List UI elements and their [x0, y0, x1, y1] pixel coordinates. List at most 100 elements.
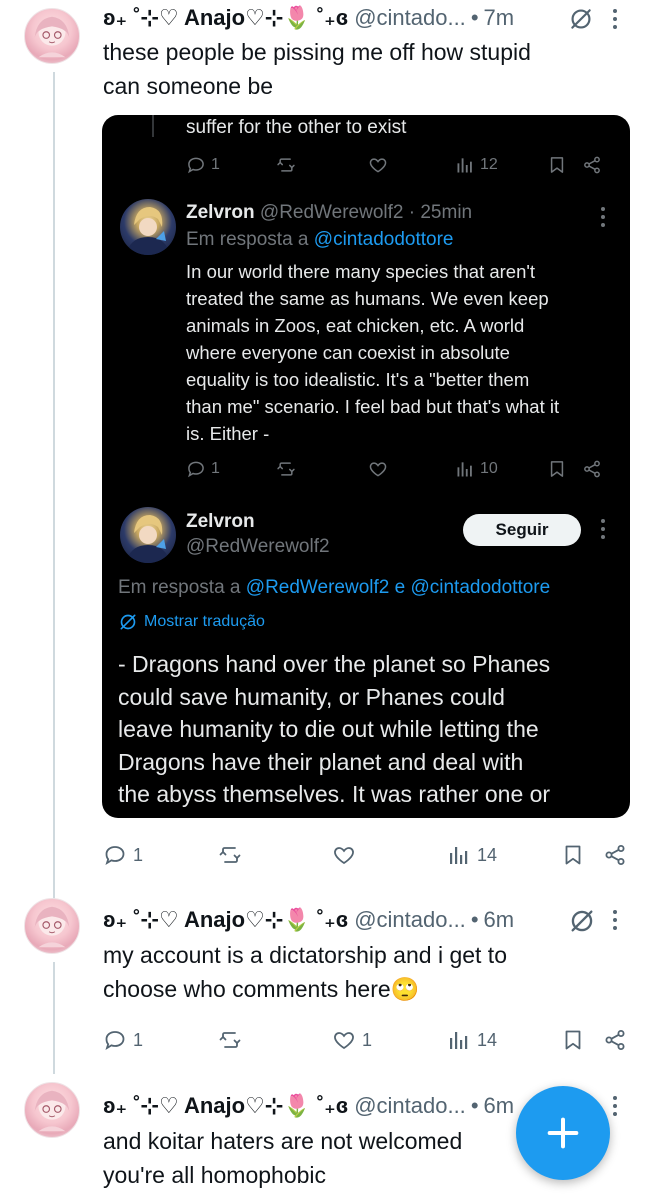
retweet-button[interactable] — [218, 1025, 248, 1055]
display-name[interactable]: ʚ₊ ˚⊹♡ Anajo♡⊹🌷 ˚₊ɞ — [103, 906, 348, 934]
bookmark-button[interactable] — [547, 457, 567, 481]
timestamp[interactable]: 6m — [484, 1092, 515, 1120]
grok-icon[interactable] — [568, 6, 594, 32]
more-options-icon[interactable] — [600, 519, 606, 543]
tweet-header: ʚ₊ ˚⊹♡ Anajo♡⊹🌷 ˚₊ɞ @cintado... • 6m — [103, 905, 514, 935]
like-icon — [332, 1028, 356, 1052]
bookmark-button[interactable] — [561, 1025, 585, 1055]
bookmark-icon — [547, 459, 567, 479]
reply-body: In our world there many species that are… — [186, 258, 559, 447]
views-icon — [447, 843, 471, 867]
compose-button[interactable] — [516, 1086, 610, 1180]
translate-link[interactable]: Mostrar tradução — [118, 612, 265, 632]
bookmark-icon — [561, 1028, 585, 1052]
views-icon — [455, 459, 475, 479]
retweet-icon — [218, 843, 242, 867]
mention-link[interactable]: @cintadodottore — [410, 577, 550, 598]
handle[interactable]: @cintado... — [354, 1092, 466, 1120]
share-button[interactable] — [603, 1025, 627, 1055]
reply-button[interactable]: 1 — [103, 840, 143, 870]
reply-icon — [186, 155, 206, 175]
body-line: In our world there many species that are… — [186, 261, 536, 282]
handle[interactable]: @RedWerewolf2 — [186, 536, 330, 558]
body-line: could save humanity, or Phanes could — [118, 683, 505, 710]
reply-button[interactable]: 1 — [103, 1025, 143, 1055]
reply-button[interactable]: 1 — [186, 457, 220, 481]
body-line: is. Either - — [186, 423, 270, 444]
main-body: - Dragons hand over the planet so Phanes… — [118, 648, 550, 811]
like-button[interactable] — [332, 840, 362, 870]
display-name[interactable]: ʚ₊ ˚⊹♡ Anajo♡⊹🌷 ˚₊ɞ — [103, 4, 348, 32]
timestamp[interactable]: 6m — [484, 906, 515, 934]
retweet-button[interactable] — [276, 457, 296, 481]
reply-count: 1 — [133, 844, 144, 865]
retweet-button[interactable] — [276, 153, 296, 177]
embedded-screenshot[interactable]: suffer for the other to exist 1 12 Zelvr… — [102, 115, 630, 818]
avatar[interactable] — [120, 507, 176, 563]
separator-dot: • — [470, 5, 479, 30]
views-icon — [447, 1028, 471, 1052]
like-icon — [368, 155, 388, 175]
timestamp[interactable]: 7m — [484, 4, 515, 32]
translate-icon — [118, 612, 138, 632]
like-icon — [368, 459, 388, 479]
share-button[interactable] — [582, 457, 602, 481]
views-button[interactable]: 10 — [455, 457, 498, 481]
bookmark-button[interactable] — [547, 153, 567, 177]
reply-count: 1 — [211, 460, 220, 477]
retweet-icon — [218, 1028, 242, 1052]
views-button[interactable]: 14 — [447, 1025, 497, 1055]
handle[interactable]: @cintado... — [354, 4, 466, 32]
like-button[interactable] — [368, 457, 388, 481]
share-icon — [603, 843, 627, 867]
bookmark-icon — [547, 155, 567, 175]
retweet-button[interactable] — [218, 840, 248, 870]
share-button[interactable] — [603, 840, 627, 870]
handle[interactable]: @RedWerewolf2 — [260, 202, 404, 223]
display-name[interactable]: Zelvron — [186, 511, 255, 533]
body-line: equality is too idealistic. It's a "bett… — [186, 369, 530, 390]
share-button[interactable] — [582, 153, 602, 177]
bookmark-icon — [561, 843, 585, 867]
views-count: 14 — [477, 844, 498, 865]
reply-count: 1 — [211, 156, 220, 173]
more-options-icon[interactable] — [612, 9, 618, 33]
thread-line — [152, 115, 154, 137]
replying-to: Em resposta a @cintadodottore — [186, 229, 454, 251]
reply-icon — [103, 843, 127, 867]
share-icon — [582, 155, 602, 175]
views-button[interactable]: 14 — [447, 840, 497, 870]
timestamp[interactable]: · 25min — [409, 202, 472, 223]
reply-count: 1 — [133, 1029, 144, 1050]
grok-icon[interactable] — [568, 907, 596, 935]
more-options-icon[interactable] — [600, 207, 606, 231]
like-button[interactable] — [368, 153, 388, 177]
separator-dot: • — [470, 907, 479, 932]
display-name[interactable]: ʚ₊ ˚⊹♡ Anajo♡⊹🌷 ˚₊ɞ — [103, 1092, 348, 1120]
views-count: 10 — [480, 460, 498, 477]
more-options-icon[interactable] — [612, 910, 618, 934]
follow-button[interactable]: Seguir — [463, 514, 581, 546]
body-line: treated the same as humans. We even keep — [186, 288, 549, 309]
more-options-icon[interactable] — [612, 1096, 618, 1120]
tweet-header: ʚ₊ ˚⊹♡ Anajo♡⊹🌷 ˚₊ɞ @cintado... • 6m — [103, 1091, 514, 1121]
body-line: than me" scenario. I feel bad but that's… — [186, 396, 560, 417]
views-count: 12 — [480, 156, 498, 173]
handle[interactable]: @cintado... — [354, 906, 466, 934]
tweet-header: ʚ₊ ˚⊹♡ Anajo♡⊹🌷 ˚₊ɞ @cintado... • 7m — [103, 3, 514, 33]
body-line: where everyone can coexist in absolute — [186, 342, 510, 363]
reply-icon — [103, 1028, 127, 1052]
display-name[interactable]: Zelvron — [186, 202, 255, 223]
like-button[interactable]: 1 — [332, 1025, 372, 1055]
translate-label: Mostrar tradução — [144, 613, 265, 630]
avatar[interactable] — [120, 199, 176, 255]
mention-link[interactable]: @RedWerewolf2 — [246, 577, 390, 598]
bookmark-button[interactable] — [561, 840, 585, 870]
body-line: leave humanity to die out while letting … — [118, 716, 539, 742]
separator-dot: • — [470, 1093, 479, 1118]
like-count: 1 — [362, 1029, 373, 1050]
views-button[interactable]: 12 — [455, 153, 498, 177]
reply-button[interactable]: 1 — [186, 153, 220, 177]
quoted-text-top: suffer for the other to exist — [186, 117, 407, 138]
mention-link[interactable]: @cintadodottore — [314, 229, 454, 250]
